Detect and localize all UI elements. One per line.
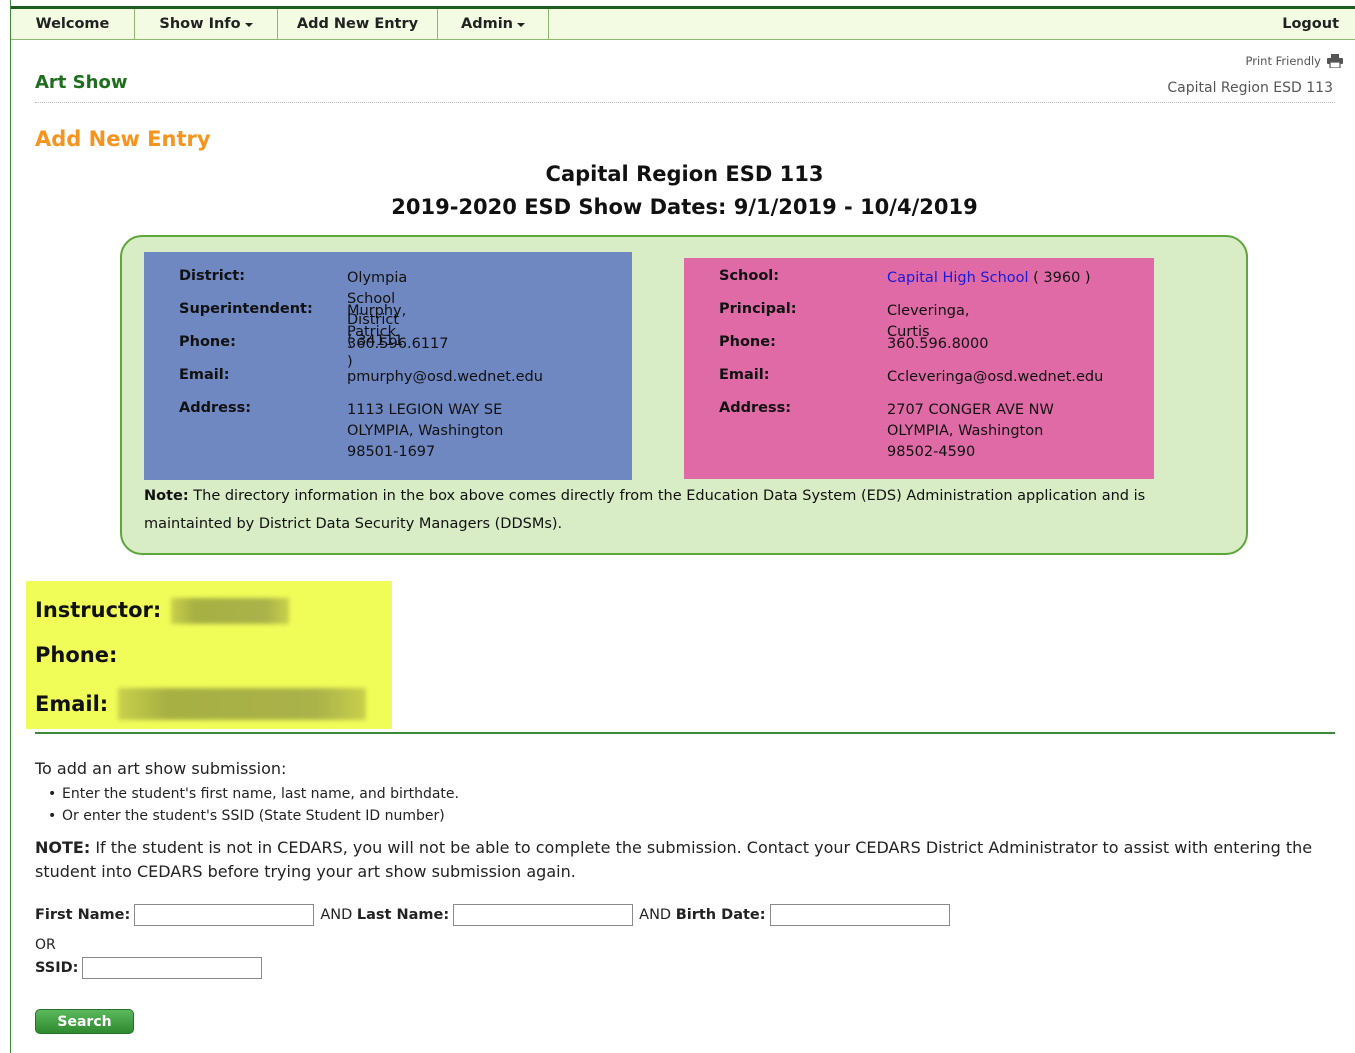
esd-heading: Capital Region ESD 113 — [545, 162, 824, 186]
nav-welcome[interactable]: Welcome — [11, 9, 135, 39]
district-email-label: Email: — [179, 367, 230, 383]
school-value: Capital High School ( 3960 ) — [887, 268, 1091, 289]
nav-add-new-entry[interactable]: Add New Entry — [278, 9, 438, 39]
school-phone-label: Phone: — [719, 334, 776, 350]
school-email-value: Ccleveringa@osd.wednet.edu — [887, 369, 1104, 385]
birth-date-label: Birth Date: — [675, 907, 766, 923]
birth-date-input[interactable] — [769, 904, 950, 926]
district-email-value: pmurphy@osd.wednet.edu — [347, 369, 543, 385]
caret-down-icon — [517, 23, 525, 27]
school-email-label: Email: — [719, 367, 770, 383]
school-phone-value: 360.596.8000 — [887, 336, 989, 352]
directory-box: District: Olympia School District ( 3411… — [120, 235, 1248, 555]
first-name-label: First Name: — [35, 907, 131, 923]
principal-label: Principal: — [719, 301, 797, 317]
nav-show-info-label: Show Info — [159, 16, 241, 32]
top-nav: Welcome Show Info Add New Entry Admin Lo… — [11, 6, 1355, 40]
name-search-row: First Name: AND Last Name: AND Birth Dat… — [35, 904, 956, 926]
print-friendly-label: Print Friendly — [1245, 54, 1321, 68]
or-label: OR — [35, 937, 56, 953]
nav-welcome-label: Welcome — [35, 16, 110, 32]
and-label: AND — [320, 907, 353, 923]
nav-logout[interactable]: Logout — [1266, 9, 1355, 39]
district-panel: District: Olympia School District ( 3411… — [144, 252, 632, 480]
school-address-value: 2707 CONGER AVE NW OLYMPIA, Washington 9… — [887, 402, 1054, 460]
instructions-intro: To add an art show submission: — [35, 759, 287, 778]
ssid-input[interactable] — [82, 957, 263, 979]
nav-admin[interactable]: Admin — [438, 9, 549, 39]
instructor-label: Instructor: — [35, 598, 162, 622]
ssid-label: SSID: — [35, 960, 79, 976]
last-name-input[interactable] — [453, 904, 634, 926]
instructor-phone-label: Phone: — [35, 643, 118, 667]
district-label: District: — [179, 268, 246, 284]
search-button[interactable]: Search — [35, 1009, 134, 1034]
first-name-input[interactable] — [134, 904, 315, 926]
list-item: Enter the student's first name, last nam… — [48, 783, 459, 805]
instructor-name-redacted — [171, 598, 289, 624]
nav-add-new-entry-label: Add New Entry — [296, 16, 419, 32]
nav-show-info[interactable]: Show Info — [135, 9, 278, 39]
last-name-label: Last Name: — [356, 907, 450, 923]
printer-icon — [1327, 54, 1343, 68]
note-label: Note: — [144, 488, 189, 504]
instructor-box: Instructor: Phone: Email: — [26, 581, 392, 729]
cedars-note-text: If the student is not in CEDARS, you wil… — [35, 838, 1313, 881]
school-label: School: — [719, 268, 780, 284]
instructions-list: Enter the student's first name, last nam… — [48, 783, 459, 827]
header-divider — [35, 102, 1335, 103]
nav-admin-label: Admin — [460, 16, 513, 32]
nav-logout-label: Logout — [1282, 16, 1339, 32]
school-name-link[interactable]: Capital High School — [887, 270, 1029, 286]
school-panel: School: Capital High School ( 3960 ) Pri… — [684, 258, 1154, 479]
site-title: Art Show — [35, 72, 128, 93]
instructor-email-redacted — [118, 688, 366, 720]
ssid-search-row: SSID: — [35, 957, 268, 979]
district-address-label: Address: — [179, 400, 252, 416]
directory-note: Note: The directory information in the b… — [144, 482, 1224, 538]
section-divider — [35, 732, 1335, 734]
district-address-value: 1113 LEGION WAY SE OLYMPIA, Washington 9… — [347, 402, 504, 460]
left-border — [10, 0, 11, 1053]
school-address-label: Address: — [719, 400, 792, 416]
cedars-note: NOTE: If the student is not in CEDARS, y… — [35, 836, 1325, 884]
region-label: Capital Region ESD 113 — [1167, 80, 1333, 96]
page-title: Add New Entry — [35, 127, 211, 151]
instructor-email-label: Email: — [35, 692, 109, 716]
caret-down-icon — [244, 23, 253, 27]
and-label: AND — [639, 907, 672, 923]
note-text: The directory information in the box abo… — [144, 488, 1146, 532]
show-dates-heading: 2019-2020 ESD Show Dates: 9/1/2019 - 10/… — [391, 195, 978, 219]
print-friendly-link[interactable]: Print Friendly — [1246, 54, 1343, 68]
school-code: ( 3960 ) — [1028, 270, 1091, 286]
district-phone-value: 360.596.6117 — [347, 336, 449, 352]
cedars-note-label: NOTE: — [35, 838, 91, 857]
district-phone-label: Phone: — [179, 334, 236, 350]
list-item: Or enter the student's SSID (State Stude… — [48, 805, 459, 827]
superintendent-label: Superintendent: — [179, 301, 313, 317]
